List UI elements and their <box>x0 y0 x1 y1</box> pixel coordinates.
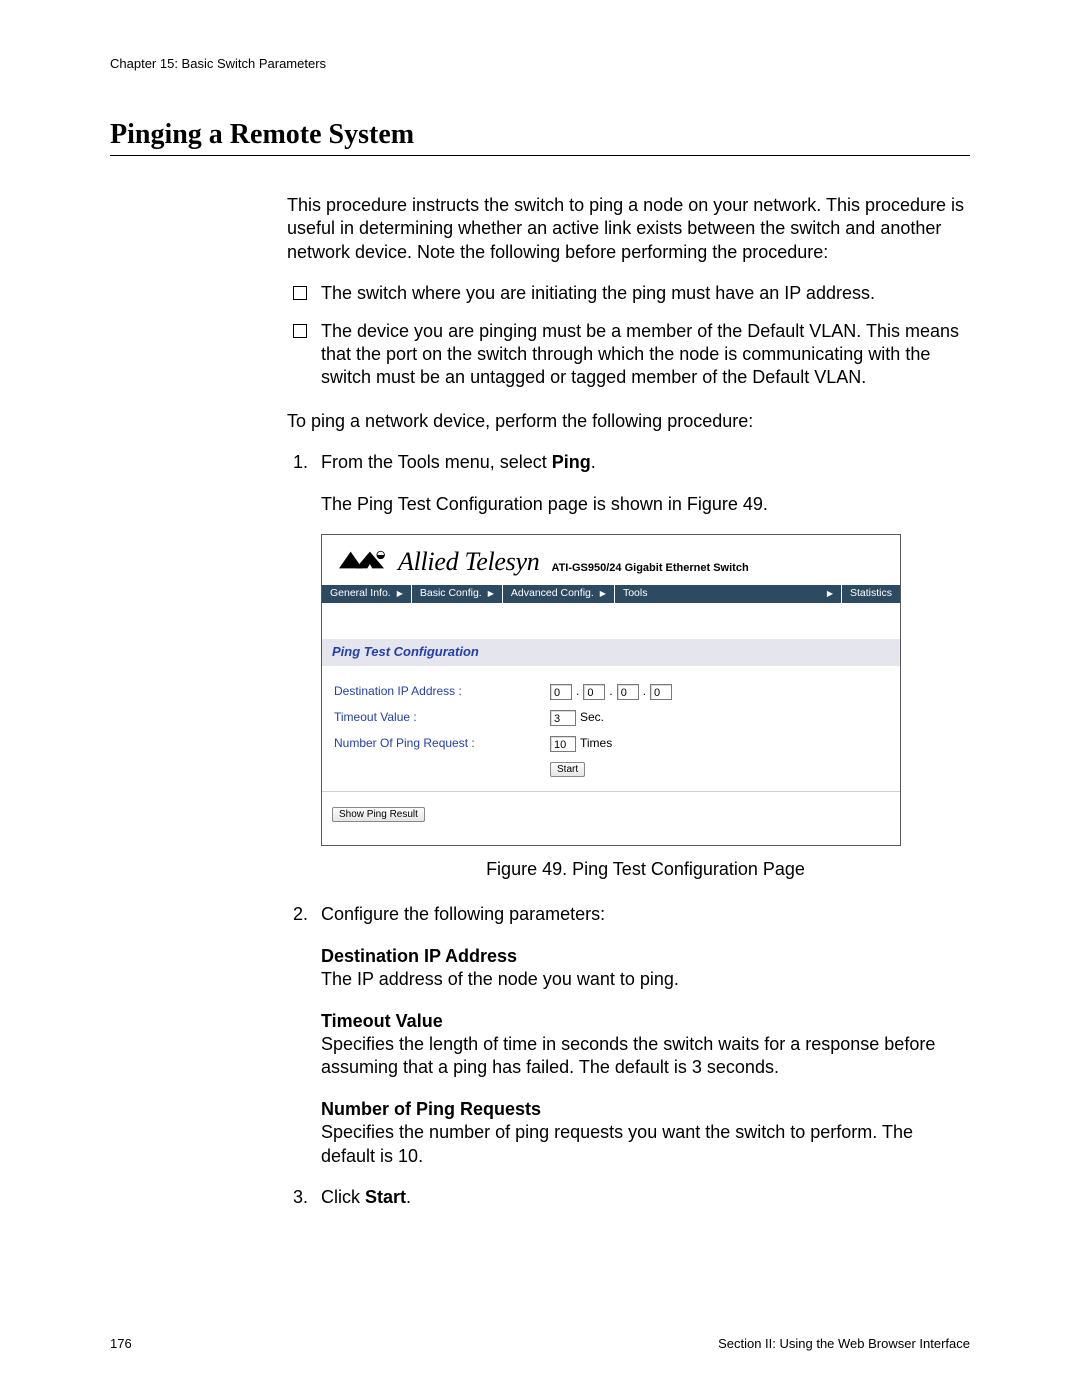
allied-telesyn-logo-icon <box>338 550 390 570</box>
ip-octet-4[interactable]: 0 <box>650 684 672 700</box>
step-number: 1. <box>293 451 308 474</box>
ip-octet-3[interactable]: 0 <box>617 684 639 700</box>
chapter-header: Chapter 15: Basic Switch Parameters <box>110 56 970 71</box>
intro-paragraph: This procedure instructs the switch to p… <box>287 194 970 264</box>
nav-tools[interactable]: Tools▶ <box>615 585 842 603</box>
panel-title: Ping Test Configuration <box>322 639 900 666</box>
step-text: Click Start. <box>321 1187 411 1207</box>
nav-general-info[interactable]: General Info.▶ <box>322 585 412 603</box>
lead-paragraph: To ping a network device, perform the fo… <box>287 410 970 433</box>
definition: Destination IP Address The IP address of… <box>321 945 970 992</box>
start-button[interactable]: Start <box>550 762 585 777</box>
ip-octet-1[interactable]: 0 <box>550 684 572 700</box>
chevron-right-icon: ▶ <box>488 589 494 599</box>
ip-octet-2[interactable]: 0 <box>583 684 605 700</box>
nav-statistics[interactable]: Statistics <box>842 585 900 603</box>
show-ping-result-button[interactable]: Show Ping Result <box>332 807 425 822</box>
chevron-right-icon: ▶ <box>827 589 833 599</box>
step-2: 2. Configure the following parameters: D… <box>287 903 970 1168</box>
step-number: 2. <box>293 903 308 926</box>
ping-count-input[interactable]: 10 <box>550 736 576 752</box>
ping-config-screenshot: Allied Telesyn ATI-GS950/24 Gigabit Ethe… <box>321 534 901 846</box>
definition: Timeout Value Specifies the length of ti… <box>321 1010 970 1080</box>
figure-caption: Figure 49. Ping Test Configuration Page <box>321 858 970 881</box>
nav-basic-config[interactable]: Basic Config.▶ <box>412 585 503 603</box>
page-number: 176 <box>110 1336 132 1351</box>
device-model: ATI-GS950/24 Gigabit Ethernet Switch <box>551 561 748 575</box>
footer-section: Section II: Using the Web Browser Interf… <box>718 1336 970 1351</box>
chevron-right-icon: ▶ <box>600 589 606 599</box>
nav-bar: General Info.▶ Basic Config.▶ Advanced C… <box>322 585 900 603</box>
step-text: From the Tools menu, select Ping. <box>321 452 596 472</box>
step-text: Configure the following parameters: <box>321 904 605 924</box>
step-follow: The Ping Test Configuration page is show… <box>321 493 970 516</box>
step-number: 3. <box>293 1186 308 1209</box>
section-title: Pinging a Remote System <box>110 119 970 156</box>
definition: Number of Ping Requests Specifies the nu… <box>321 1098 970 1168</box>
ping-count-unit: Times <box>580 736 612 752</box>
step-3: 3. Click Start. <box>287 1186 970 1209</box>
ip-label: Destination IP Address : <box>334 684 550 700</box>
timeout-label: Timeout Value : <box>334 710 550 726</box>
timeout-input[interactable]: 3 <box>550 710 576 726</box>
chevron-right-icon: ▶ <box>397 589 403 599</box>
nav-advanced-config[interactable]: Advanced Config.▶ <box>503 585 615 603</box>
checklist-item: The device you are pinging must be a mem… <box>287 320 970 390</box>
timeout-unit: Sec. <box>580 710 604 726</box>
step-1: 1. From the Tools menu, select Ping. The… <box>287 451 970 881</box>
ping-count-label: Number Of Ping Request : <box>334 736 550 752</box>
brand-name: Allied Telesyn <box>398 545 539 579</box>
checklist-item: The switch where you are initiating the … <box>287 282 970 305</box>
